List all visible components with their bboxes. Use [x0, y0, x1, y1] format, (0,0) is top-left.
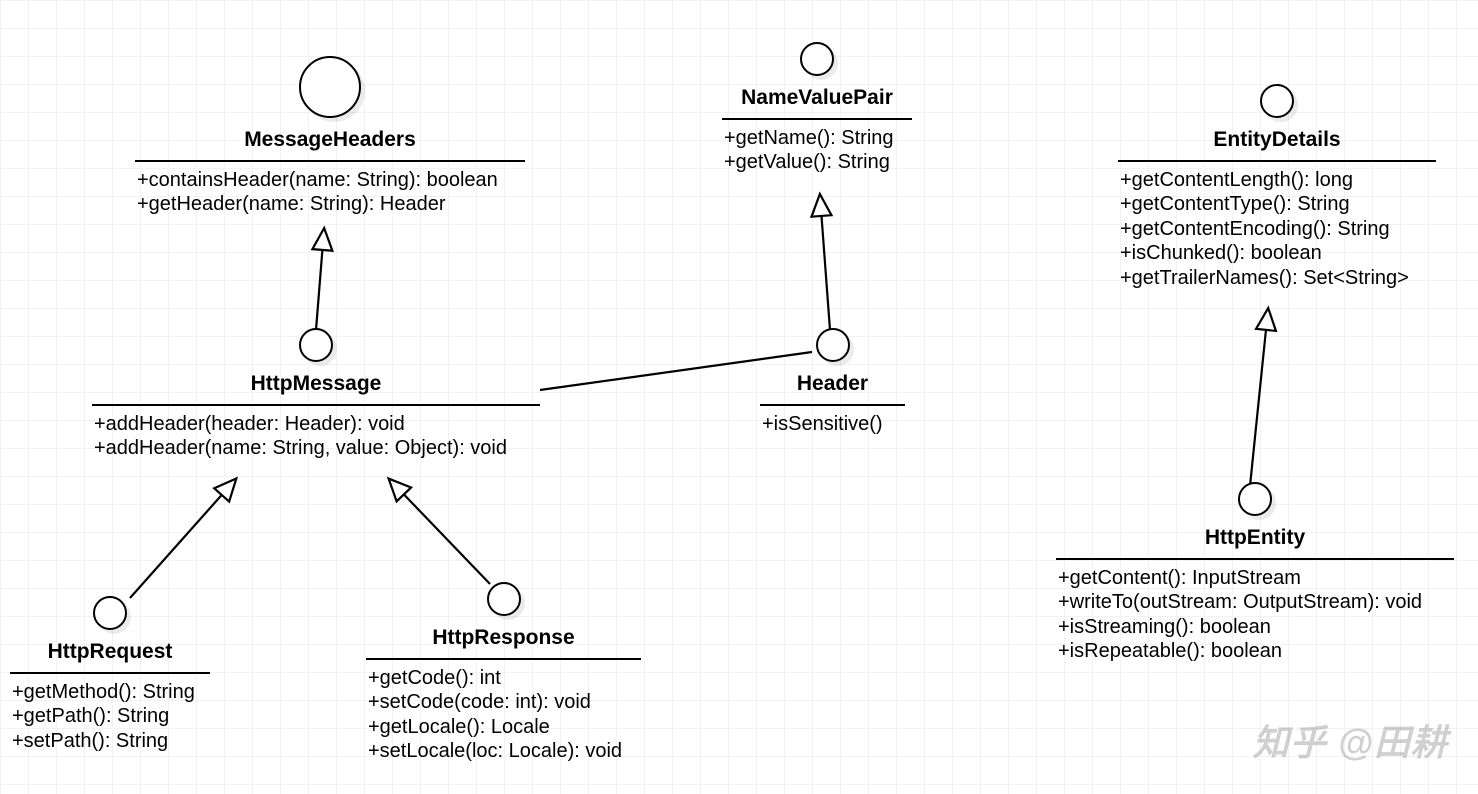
method: +getContentLength(): long: [1120, 168, 1434, 192]
class-name: MessageHeaders: [135, 124, 525, 156]
method-list: +isSensitive(): [760, 412, 905, 436]
class-entity-details: EntityDetails +getContentLength(): long …: [1118, 84, 1436, 290]
method: +setPath(): String: [12, 729, 208, 753]
class-name: HttpRequest: [10, 636, 210, 668]
gen-httpmessage-messageheaders: [316, 230, 324, 330]
class-name-value-pair: NameValuePair +getName(): String +getVal…: [722, 42, 912, 175]
interface-icon: [299, 56, 361, 118]
method: +getMethod(): String: [12, 680, 208, 704]
method: +isRepeatable(): boolean: [1058, 639, 1452, 663]
method: +getName(): String: [724, 126, 910, 150]
method: +getHeader(name: String): Header: [137, 192, 523, 216]
interface-icon: [1238, 482, 1272, 516]
method: +getCode(): int: [368, 666, 639, 690]
method: +isStreaming(): boolean: [1058, 615, 1452, 639]
class-header: Header +isSensitive(): [760, 328, 905, 436]
method: +isSensitive(): [762, 412, 903, 436]
method: +getTrailerNames(): Set<String>: [1120, 266, 1434, 290]
class-name: HttpMessage: [92, 368, 540, 400]
method-list: +getContent(): InputStream +writeTo(outS…: [1056, 566, 1454, 664]
method-list: +getName(): String +getValue(): String: [722, 126, 912, 175]
class-name: Header: [760, 368, 905, 400]
method: +containsHeader(name: String): boolean: [137, 168, 523, 192]
class-http-entity: HttpEntity +getContent(): InputStream +w…: [1056, 482, 1454, 664]
method-list: +containsHeader(name: String): boolean +…: [135, 168, 525, 217]
gen-header-namevaluepair: [820, 196, 830, 330]
watermark: 知乎 @田耕: [1253, 714, 1448, 766]
class-name: NameValuePair: [722, 82, 912, 114]
class-http-response: HttpResponse +getCode(): int +setCode(co…: [366, 582, 641, 764]
interface-icon: [93, 596, 127, 630]
method: +isChunked(): boolean: [1120, 241, 1434, 265]
interface-icon: [1260, 84, 1294, 118]
gen-httpentity-entitydetails: [1250, 310, 1268, 486]
method: +addHeader(name: String, value: Object):…: [94, 436, 538, 460]
method: +getLocale(): Locale: [368, 715, 639, 739]
method-list: +getMethod(): String +getPath(): String …: [10, 680, 210, 753]
method: +addHeader(header: Header): void: [94, 412, 538, 436]
interface-icon: [299, 328, 333, 362]
method: +getValue(): String: [724, 150, 910, 174]
gen-httprequest-httpmessage: [130, 480, 235, 598]
method-list: +getContentLength(): long +getContentTyp…: [1118, 168, 1436, 290]
method: +getPath(): String: [12, 704, 208, 728]
method-list: +getCode(): int +setCode(code: int): voi…: [366, 666, 641, 764]
gen-httpresponse-httpmessage: [390, 480, 490, 584]
class-name: EntityDetails: [1118, 124, 1436, 156]
class-http-request: HttpRequest +getMethod(): String +getPat…: [10, 596, 210, 753]
class-name: HttpResponse: [366, 622, 641, 654]
method: +writeTo(outStream: OutputStream): void: [1058, 590, 1452, 614]
method: +setCode(code: int): void: [368, 690, 639, 714]
class-name: HttpEntity: [1056, 522, 1454, 554]
method: +getContent(): InputStream: [1058, 566, 1452, 590]
class-http-message: HttpMessage +addHeader(header: Header): …: [92, 328, 540, 461]
method: +getContentType(): String: [1120, 192, 1434, 216]
method: +setLocale(loc: Locale): void: [368, 739, 639, 763]
method: +getContentEncoding(): String: [1120, 217, 1434, 241]
interface-icon: [816, 328, 850, 362]
method-list: +addHeader(header: Header): void +addHea…: [92, 412, 540, 461]
interface-icon: [800, 42, 834, 76]
class-message-headers: MessageHeaders +containsHeader(name: Str…: [135, 56, 525, 217]
interface-icon: [487, 582, 521, 616]
